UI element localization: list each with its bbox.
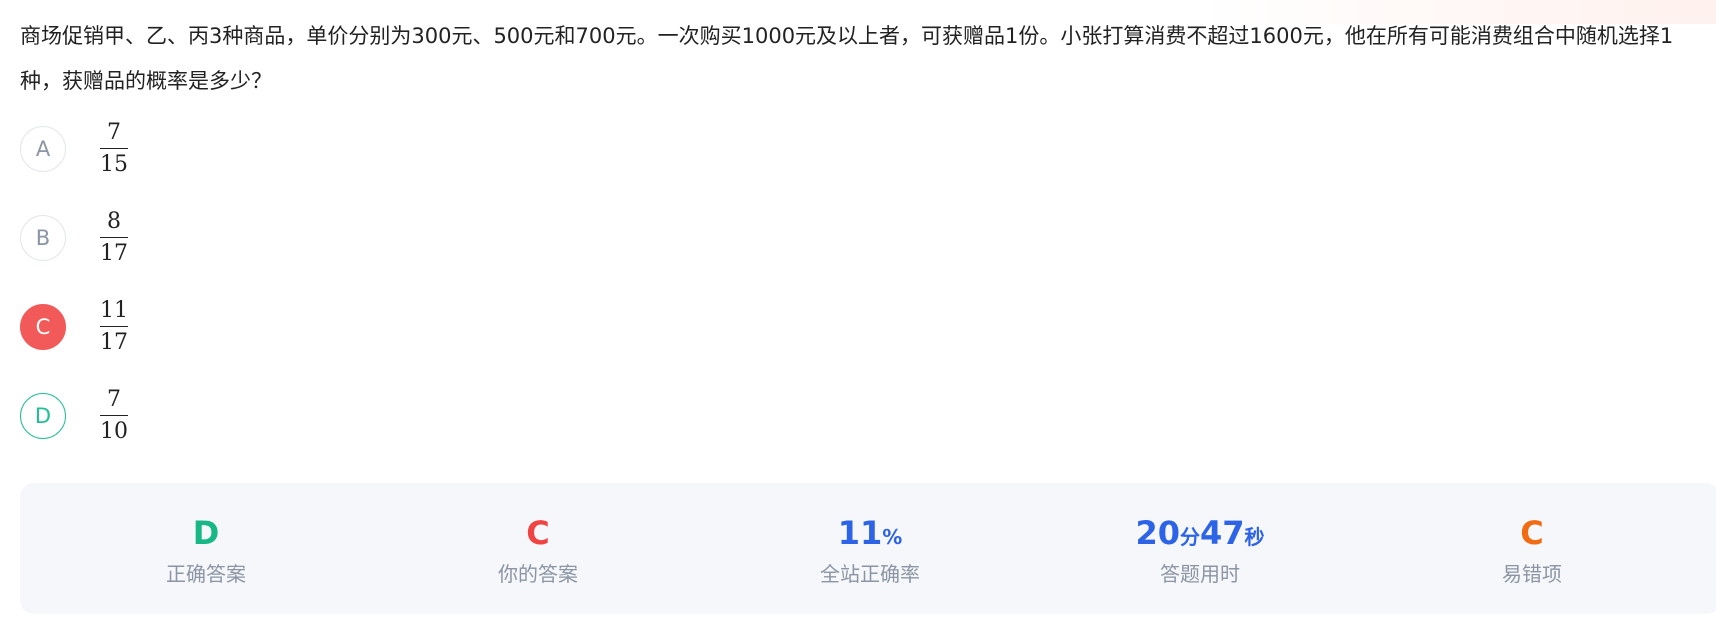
option-a-fraction: 7 15 (100, 120, 128, 177)
site-accuracy-number: 11 (837, 514, 883, 552)
option-a-denominator: 15 (100, 152, 128, 177)
time-used-value: 20分47秒 (1100, 513, 1300, 553)
time-seconds: 47 (1200, 514, 1245, 552)
option-c-denominator: 17 (100, 330, 128, 355)
stat-common-wrong: C 易错项 (1432, 513, 1632, 587)
time-minutes-unit: 分 (1180, 525, 1200, 549)
time-used-label: 答题用时 (1160, 562, 1240, 586)
fraction-bar (100, 237, 128, 238)
common-wrong-label: 易错项 (1502, 562, 1562, 586)
fraction-bar (100, 148, 128, 149)
site-accuracy-label: 全站正确率 (820, 562, 920, 586)
options-list: A 7 15 B 8 17 C 11 17 D 7 10 (20, 120, 420, 480)
stat-site-accuracy: 11% 全站正确率 (770, 513, 970, 587)
time-seconds-unit: 秒 (1244, 525, 1265, 549)
site-accuracy-unit: % (882, 525, 903, 549)
option-d-fraction: 7 10 (100, 387, 128, 444)
answer-stats-panel: D 正确答案 C 你的答案 11% 全站正确率 20分47秒 答题用时 C 易错… (20, 483, 1716, 614)
correct-answer-label: 正确答案 (166, 562, 246, 586)
option-a-numerator: 7 (107, 120, 121, 145)
option-d[interactable]: D 7 10 (20, 387, 420, 444)
option-c-letter: C (20, 303, 66, 350)
option-a-letter: A (20, 125, 66, 172)
option-b-letter: B (20, 214, 66, 261)
option-b[interactable]: B 8 17 (20, 209, 420, 266)
time-minutes: 20 (1135, 514, 1180, 552)
question-text: 商场促销甲、乙、丙3种商品，单价分别为300元、500元和700元。一次购买10… (20, 24, 1674, 93)
your-answer-label: 你的答案 (498, 562, 578, 586)
option-d-denominator: 10 (100, 419, 128, 444)
option-c-numerator: 11 (100, 298, 128, 323)
correct-answer-value: D (192, 514, 220, 552)
fraction-bar (100, 415, 128, 416)
option-b-denominator: 17 (100, 241, 128, 266)
option-d-letter: D (20, 392, 66, 439)
option-d-numerator: 7 (107, 387, 121, 412)
option-c-fraction: 11 17 (100, 298, 128, 355)
your-answer-value: C (526, 514, 550, 552)
stat-correct-answer: D 正确答案 (106, 513, 306, 587)
common-wrong-value: C (1520, 514, 1544, 552)
fraction-bar (100, 326, 128, 327)
option-a[interactable]: A 7 15 (20, 120, 420, 177)
stat-your-answer: C 你的答案 (438, 513, 638, 587)
option-b-numerator: 8 (107, 209, 121, 234)
option-c[interactable]: C 11 17 (20, 298, 420, 355)
stat-time-used: 20分47秒 答题用时 (1100, 513, 1300, 587)
site-accuracy-value: 11% (770, 513, 970, 553)
option-b-fraction: 8 17 (100, 209, 128, 266)
